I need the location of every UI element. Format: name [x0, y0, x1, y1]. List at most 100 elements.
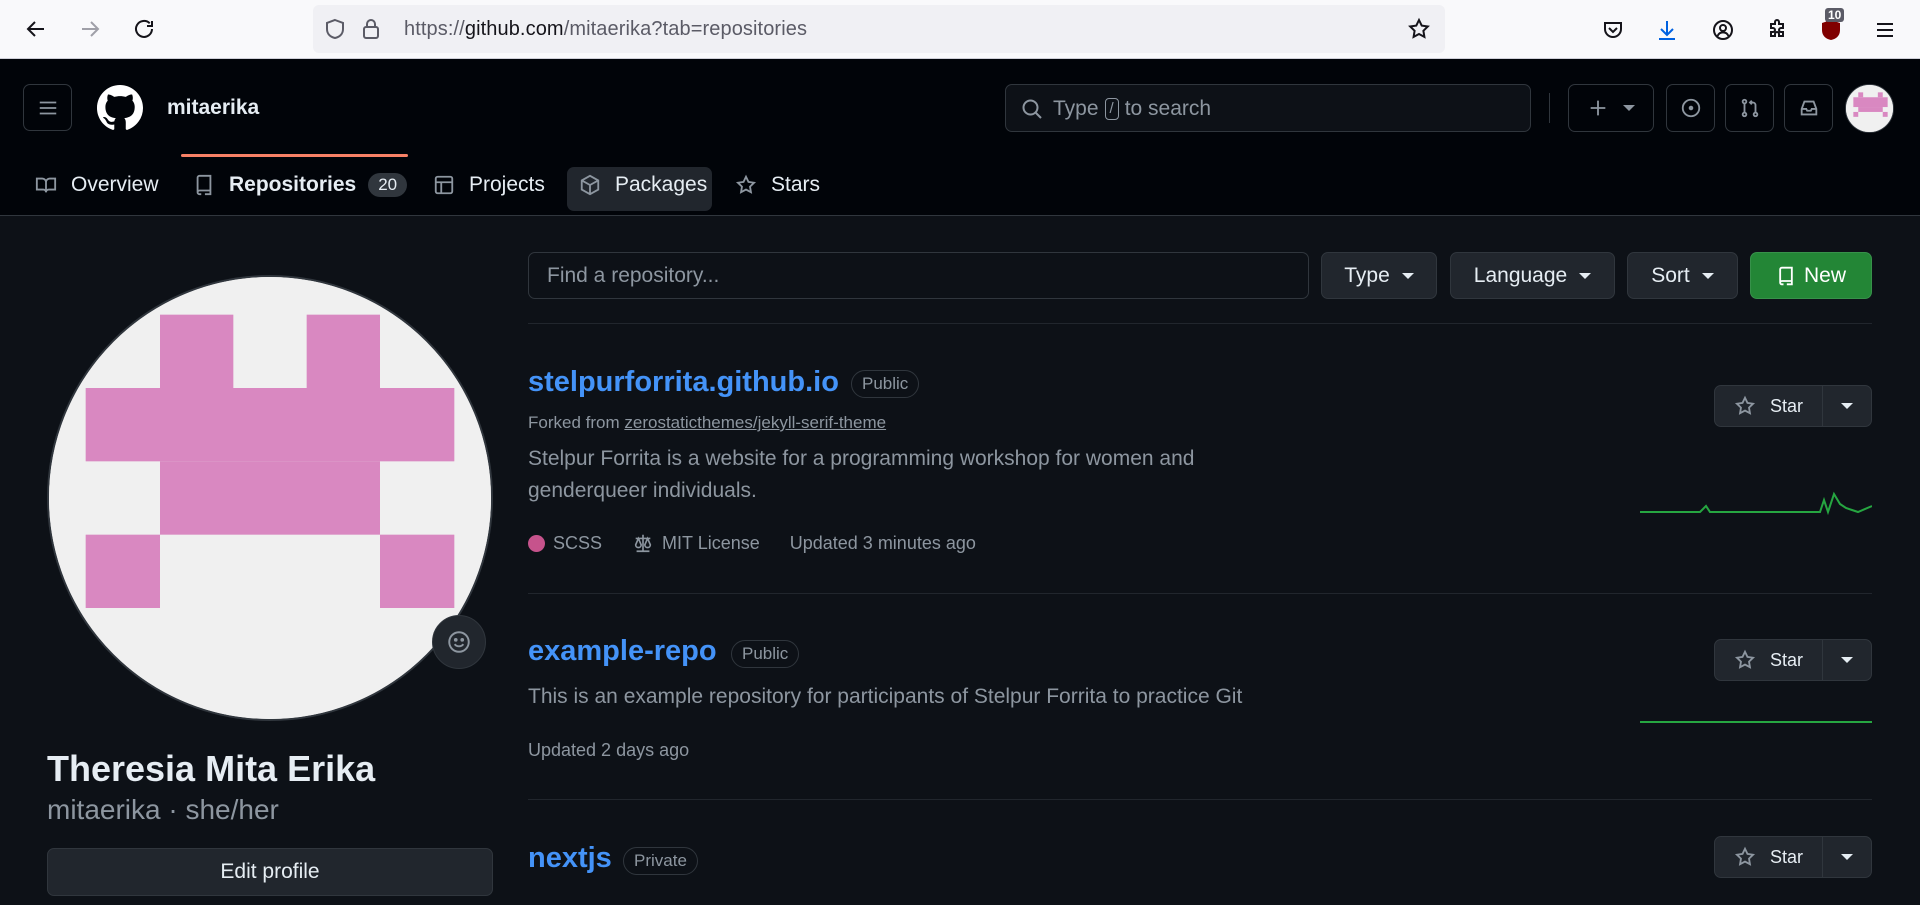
account-button[interactable]	[1706, 13, 1740, 47]
search-placeholder-after: to search	[1124, 97, 1212, 120]
profile-avatar[interactable]	[47, 275, 493, 721]
search-placeholder: Type / to search	[1053, 97, 1211, 121]
repo-name-link[interactable]: example-repo	[528, 635, 717, 668]
tab-repositories[interactable]: Repositories 20	[193, 155, 408, 215]
fork-source-link[interactable]: zerostaticthemes/jekyll-serif-theme	[624, 413, 886, 432]
tab-projects-label: Projects	[469, 173, 545, 196]
pocket-icon	[1604, 22, 1622, 38]
sort-filter-label: Sort	[1651, 263, 1690, 287]
active-tab-underline	[181, 154, 408, 157]
issue-opened-icon	[1681, 98, 1700, 118]
smiley-icon	[448, 631, 470, 653]
downloads-button[interactable]	[1650, 13, 1684, 47]
law-icon	[634, 534, 652, 553]
book-icon	[35, 177, 57, 193]
github-header: mitaerika Type / to search Overview Repo…	[0, 59, 1920, 216]
identicon-large	[49, 277, 491, 719]
language-color-dot	[528, 534, 545, 552]
star-button[interactable]: Star	[1715, 386, 1823, 426]
url-bar[interactable]: https://github.com/mitaerika?tab=reposit…	[313, 5, 1445, 53]
bookmark-star-icon[interactable]	[1407, 17, 1431, 41]
forward-button[interactable]	[70, 9, 110, 49]
repo-meta: SCSS MIT License Updated 3 minutes ago	[528, 532, 976, 554]
lock-icon[interactable]	[359, 17, 383, 41]
star-icon	[1734, 395, 1756, 415]
tab-packages-label: Packages	[615, 173, 708, 196]
star-list-dropdown[interactable]	[1823, 386, 1871, 426]
chevron-down-icon	[1623, 105, 1635, 111]
tab-stars[interactable]: Stars	[735, 155, 820, 215]
repo-updated-time: Updated 2 days ago	[528, 740, 690, 760]
download-icon	[1659, 21, 1675, 40]
global-search-input[interactable]: Type / to search	[1005, 84, 1531, 132]
url-text[interactable]: https://github.com/mitaerika?tab=reposit…	[404, 18, 807, 41]
chevron-down-icon	[1701, 272, 1714, 279]
language-filter-button[interactable]: Language	[1450, 252, 1615, 299]
repo-language: SCSS	[553, 532, 603, 553]
fork-prefix: Forked from	[528, 413, 620, 432]
edit-profile-button[interactable]: Edit profile	[47, 848, 493, 896]
tab-stars-label: Stars	[771, 173, 821, 196]
package-icon	[580, 174, 600, 196]
back-button[interactable]	[16, 9, 56, 49]
visibility-badge: Private	[623, 847, 698, 875]
type-filter-label: Type	[1344, 263, 1390, 287]
star-label: Star	[1769, 846, 1803, 867]
tab-overview[interactable]: Overview	[35, 155, 159, 215]
plus-icon	[1590, 100, 1606, 116]
fork-info: Forked from zerostaticthemes/jekyll-seri…	[528, 413, 886, 433]
inbox-button[interactable]	[1784, 84, 1833, 132]
extensions-button[interactable]	[1760, 13, 1794, 47]
repo-name-link[interactable]: nextjs	[528, 842, 612, 875]
divider	[528, 799, 1872, 800]
star-icon	[1734, 846, 1756, 866]
chevron-down-icon	[1841, 657, 1853, 663]
identicon-small	[1846, 85, 1893, 132]
divider	[528, 323, 1872, 324]
set-status-button[interactable]	[432, 615, 486, 669]
github-logo-icon[interactable]	[97, 85, 143, 131]
arrow-left-icon	[26, 21, 44, 37]
repositories-count-badge: 20	[368, 173, 408, 197]
star-button[interactable]: Star	[1715, 837, 1823, 877]
star-icon	[735, 174, 757, 194]
extension-badge: 10	[1825, 8, 1845, 22]
chevron-down-icon	[1579, 272, 1592, 279]
search-shortcut-key: /	[1104, 98, 1119, 120]
repo-icon	[196, 174, 212, 196]
app-menu-button[interactable]	[1868, 13, 1902, 47]
star-button-group: Star	[1714, 836, 1872, 878]
pocket-button[interactable]	[1596, 13, 1630, 47]
visibility-badge: Public	[731, 640, 800, 668]
pull-requests-button[interactable]	[1725, 84, 1774, 132]
repo-updated-time: Updated 3 minutes ago	[789, 532, 976, 553]
repo-license-link[interactable]: MIT License	[662, 533, 760, 554]
tab-packages[interactable]: Packages	[579, 155, 707, 215]
star-button[interactable]: Star	[1715, 640, 1823, 680]
new-repository-button[interactable]: New	[1750, 252, 1872, 299]
tab-repositories-label: Repositories	[229, 173, 357, 196]
three-bars-icon	[39, 101, 56, 114]
reload-button[interactable]	[124, 9, 164, 49]
star-list-dropdown[interactable]	[1823, 640, 1871, 680]
issues-button[interactable]	[1666, 84, 1715, 132]
tab-projects[interactable]: Projects	[433, 155, 545, 215]
user-avatar[interactable]	[1845, 84, 1894, 133]
find-repository-input[interactable]	[529, 253, 1308, 298]
shield-icon[interactable]	[323, 17, 347, 41]
create-new-button[interactable]	[1568, 84, 1654, 132]
star-button-group: Star	[1714, 385, 1872, 427]
language-filter-label: Language	[1473, 263, 1568, 287]
url-path: /mitaerika?tab=repositories	[563, 17, 808, 40]
activity-sparkline	[1640, 721, 1872, 723]
sort-filter-button[interactable]: Sort	[1627, 252, 1738, 299]
repo-description: Stelpur Forrita is a website for a progr…	[528, 447, 1195, 502]
find-repository-field[interactable]	[528, 252, 1309, 299]
header-username[interactable]: mitaerika	[167, 96, 259, 120]
repo-name-link[interactable]: stelpurforrita.github.io	[528, 366, 839, 399]
star-list-dropdown[interactable]	[1823, 837, 1871, 877]
global-nav-button[interactable]	[23, 84, 72, 131]
url-host: github.com	[464, 17, 564, 40]
repo-meta: Updated 2 days ago	[528, 740, 689, 761]
type-filter-button[interactable]: Type	[1321, 252, 1437, 299]
